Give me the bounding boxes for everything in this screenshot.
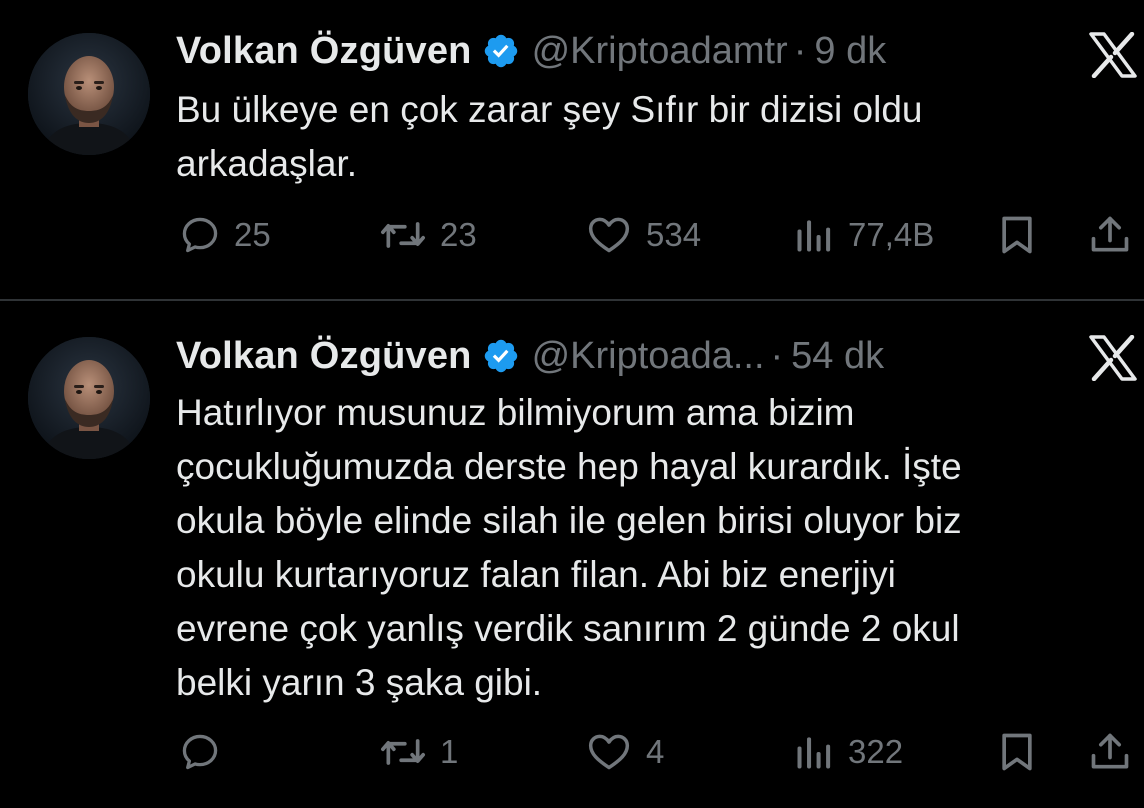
views-icon [797,737,831,769]
author-name[interactable]: Volkan Özgüven [176,334,472,378]
views-count: 322 [848,733,904,770]
reply-icon [182,217,218,253]
separator-dot: · [770,335,784,377]
avatar[interactable] [28,33,150,155]
retweet-button[interactable]: 1 [378,728,458,776]
reply-button[interactable] [178,728,234,776]
reply-icon [182,734,218,770]
tweet-header: Volkan Özgüven @Kriptoadamtr · 9 dk [176,29,886,73]
tweet[interactable]: Volkan Özgüven @Kriptoadamtr · 9 dk Bu ü… [0,0,1144,300]
bookmark-icon [1002,733,1032,771]
share-icon [1091,733,1129,769]
author-handle[interactable]: @Kriptoadamtr [532,29,788,73]
avatar-image [28,33,150,155]
share-button[interactable] [1088,728,1132,776]
retweet-button[interactable]: 23 [378,211,477,259]
reply-button[interactable]: 25 [178,211,271,259]
retweet-icon [381,739,425,765]
separator-dot: · [793,30,807,72]
bookmark-button[interactable] [995,728,1039,776]
heart-icon [588,217,630,253]
like-count: 4 [646,733,665,770]
retweet-count: 23 [440,216,477,253]
tweet-actions: 25 23 534 77,4B [0,211,1144,259]
timestamp[interactable]: 54 dk [791,334,884,378]
timestamp[interactable]: 9 dk [814,29,886,73]
tweet-text: Bu ülkeye en çok zarar şey Sıfır bir diz… [176,89,923,184]
tweet[interactable]: Volkan Özgüven @Kriptoada... · 54 dk Hat… [0,301,1144,808]
tweet-text: Hatırlıyor musunuz bilmiyorum ama bizim … [176,392,962,703]
like-button[interactable]: 4 [584,728,664,776]
x-logo-icon [1089,335,1137,381]
like-button[interactable]: 534 [584,211,701,259]
author-handle[interactable]: @Kriptoada... [532,334,765,378]
tweet-header: Volkan Özgüven @Kriptoada... · 54 dk [176,334,884,378]
x-logo-icon [1089,32,1137,78]
avatar-image [28,337,150,459]
author-name[interactable]: Volkan Özgüven [176,29,472,73]
retweet-count: 1 [440,733,459,770]
bookmark-button[interactable] [995,211,1039,259]
tweet-actions: 1 4 322 [0,728,1144,776]
heart-icon [588,734,630,770]
verified-badge-icon [484,34,517,68]
views-button[interactable]: 322 [792,728,903,776]
like-count: 534 [646,216,702,253]
retweet-icon [381,222,425,248]
views-button[interactable]: 77,4B [792,211,934,259]
share-button[interactable] [1088,211,1132,259]
share-icon [1091,216,1129,252]
reply-count: 25 [234,216,271,253]
avatar[interactable] [28,337,150,459]
views-count: 77,4B [848,216,935,253]
views-icon [797,220,831,252]
bookmark-icon [1002,216,1032,254]
verified-badge-icon [484,339,517,373]
